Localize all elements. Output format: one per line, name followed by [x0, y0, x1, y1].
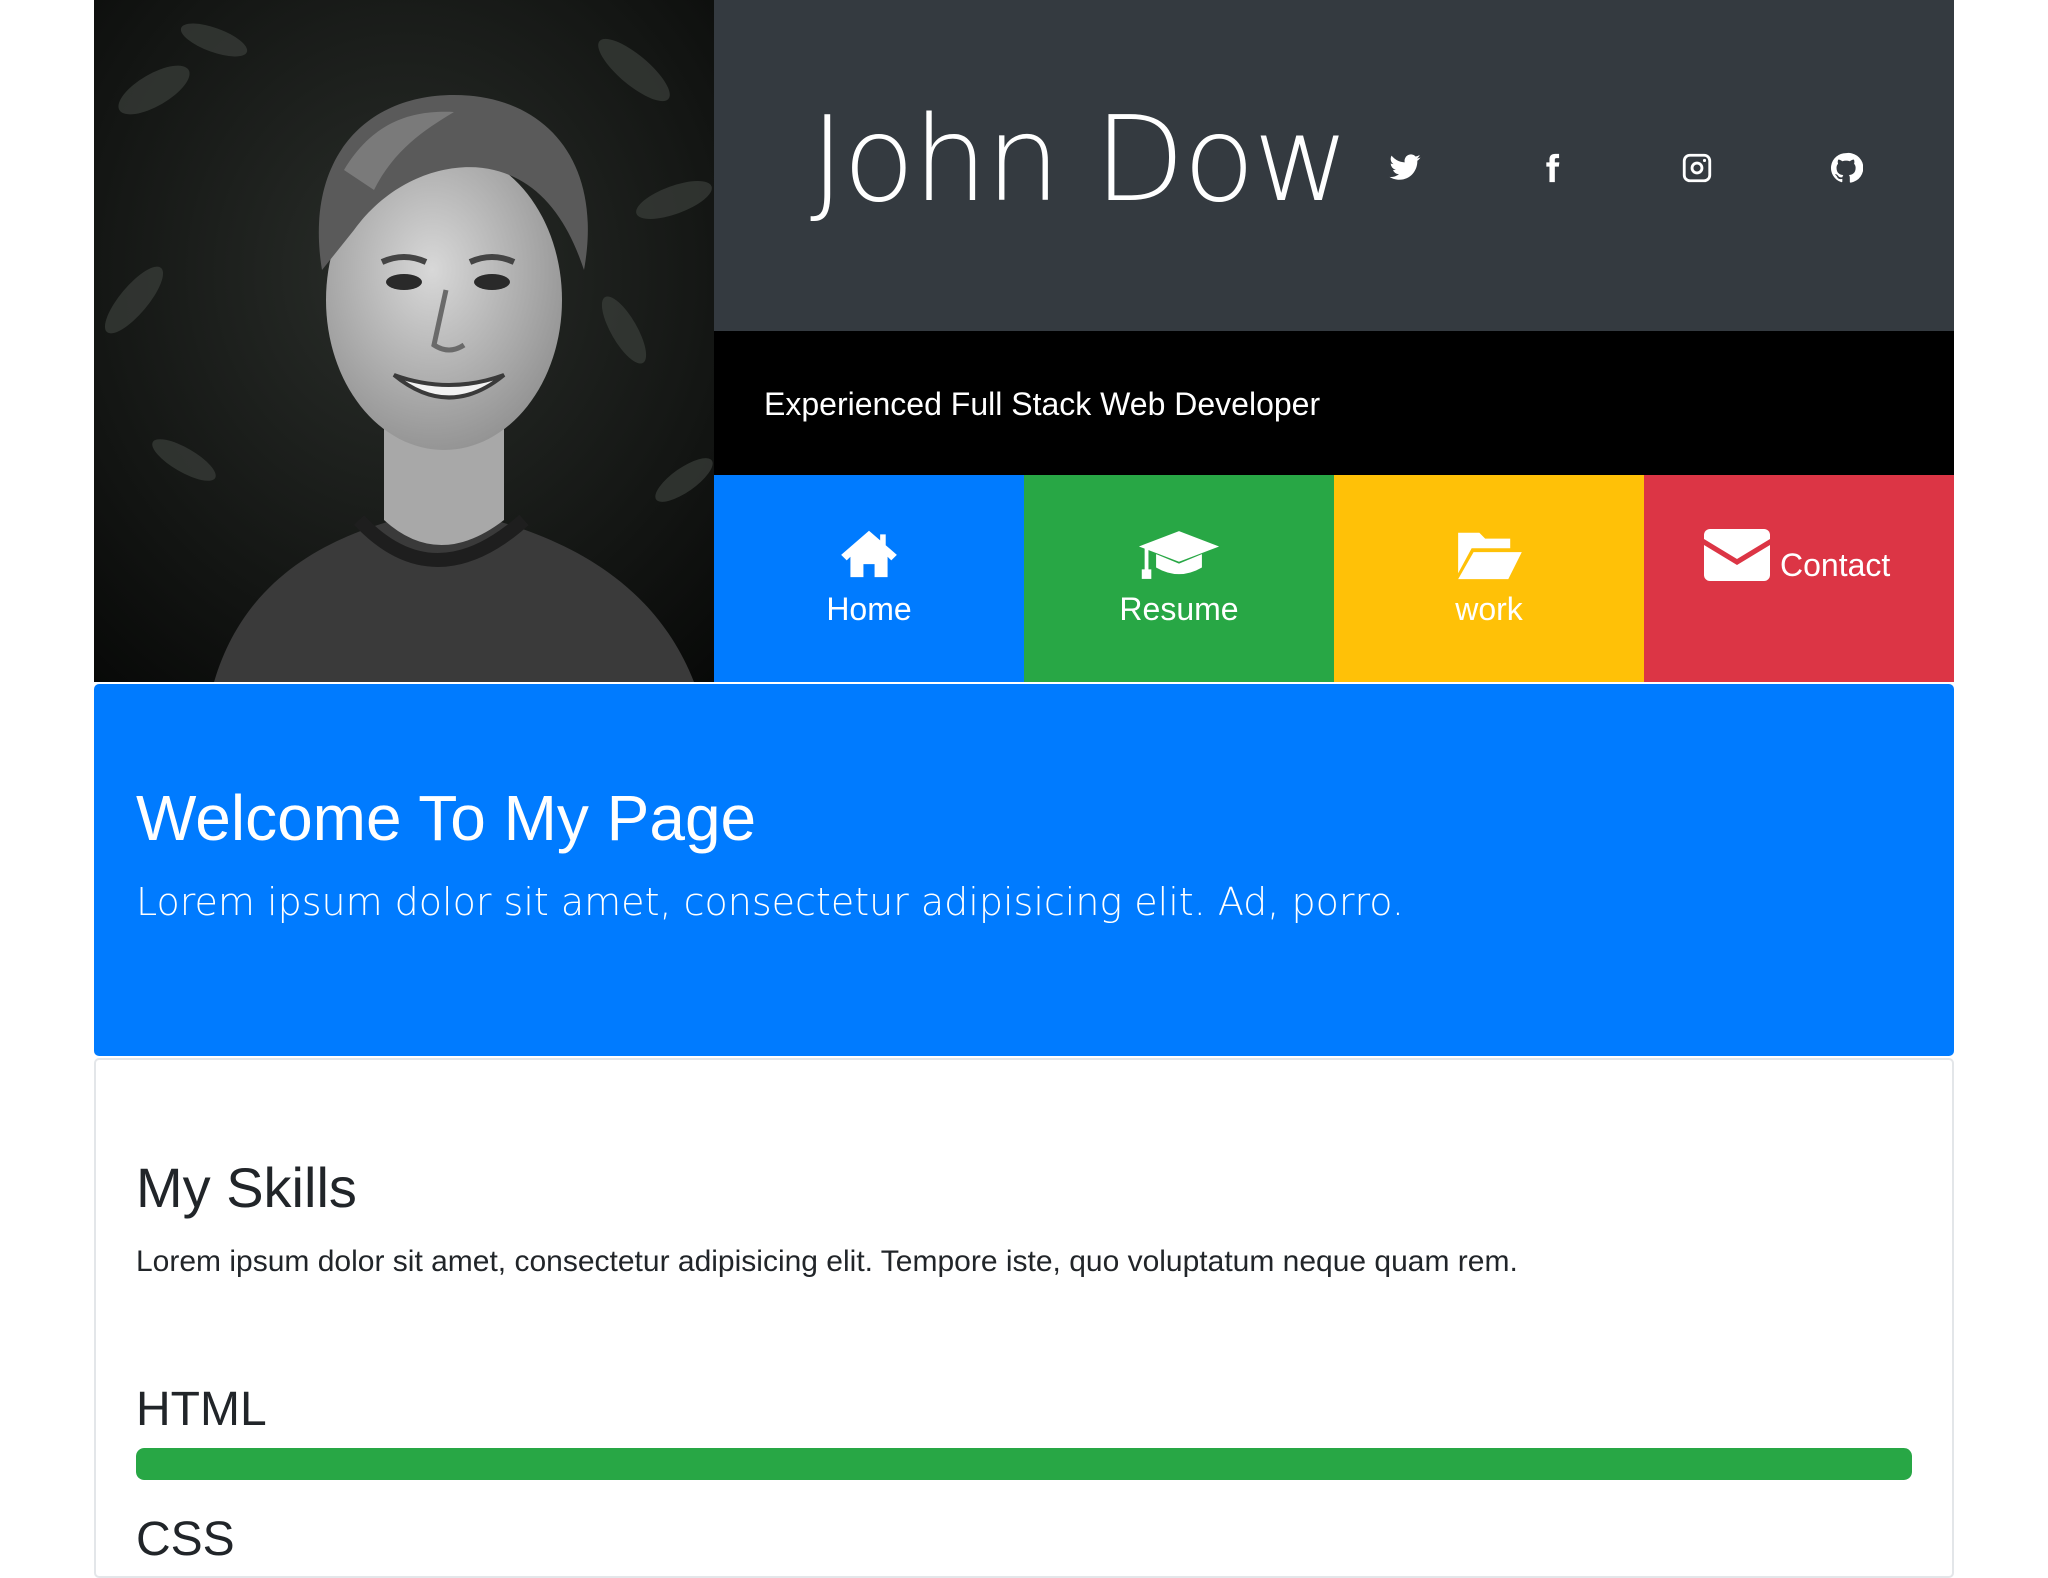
- instagram-icon: [1682, 153, 1712, 183]
- site-owner-name: John Dow: [810, 90, 1350, 228]
- twitter-icon: [1389, 154, 1421, 180]
- welcome-text: Lorem ipsum dolor sit amet, consectetur …: [136, 880, 1404, 924]
- skills-description: Lorem ipsum dolor sit amet, consectetur …: [136, 1245, 1518, 1278]
- skill-name-css: CSS: [136, 1513, 235, 1566]
- nav-work-label: work: [1455, 591, 1523, 627]
- facebook-link[interactable]: [1529, 145, 1575, 191]
- welcome-jumbotron: Welcome To My Page Lorem ipsum dolor sit…: [94, 684, 1954, 1056]
- skills-title: My Skills: [136, 1156, 357, 1219]
- profile-photo: [94, 0, 714, 682]
- facebook-icon: [1546, 153, 1560, 183]
- skills-card: My Skills Lorem ipsum dolor sit amet, co…: [94, 1058, 1954, 1578]
- twitter-link[interactable]: [1382, 145, 1428, 191]
- nav-home[interactable]: Home: [714, 475, 1024, 682]
- instagram-link[interactable]: [1674, 145, 1720, 191]
- envelope-icon: [1704, 529, 1770, 581]
- welcome-title: Welcome To My Page: [136, 782, 757, 854]
- nav-contact[interactable]: Contact: [1644, 475, 1954, 682]
- github-icon: [1830, 152, 1863, 183]
- nav-work[interactable]: work: [1334, 475, 1644, 682]
- header-title-bar: John Dow: [714, 0, 1954, 331]
- skill-progress-html: [136, 1448, 1912, 1480]
- header-subtitle-bar: Experienced Full Stack Web Developer: [714, 331, 1954, 475]
- nav-resume-label: Resume: [1119, 591, 1239, 627]
- home-icon: [839, 527, 899, 579]
- nav-resume[interactable]: Resume: [1024, 475, 1334, 682]
- portrait-image: [94, 0, 714, 682]
- skill-name-html: HTML: [136, 1383, 267, 1436]
- tagline: Experienced Full Stack Web Developer: [764, 386, 1321, 422]
- nav-home-label: Home: [826, 591, 912, 627]
- folder-open-icon: [1454, 527, 1524, 581]
- nav-contact-label: Contact: [1780, 547, 1891, 583]
- graduation-cap-icon: [1137, 527, 1221, 585]
- skill-progress-html-fill: [136, 1448, 1912, 1480]
- github-link[interactable]: [1823, 145, 1869, 191]
- page: John Dow Experienced Full Stack Web Deve…: [0, 0, 2048, 1578]
